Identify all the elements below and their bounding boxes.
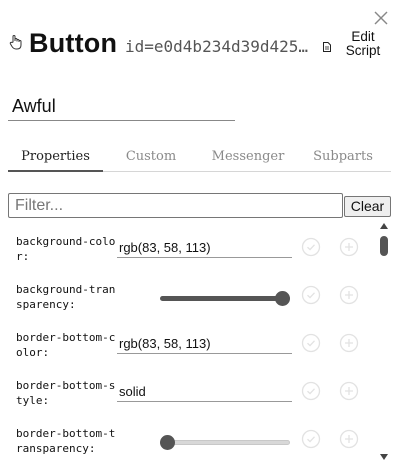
property-value-field[interactable] <box>117 238 292 258</box>
tab-subparts[interactable]: Subparts <box>305 142 381 172</box>
check-circle-icon[interactable] <box>301 237 321 257</box>
check-circle-icon[interactable] <box>301 381 321 401</box>
property-name: background-transparency: <box>16 283 116 311</box>
slider-thumb[interactable] <box>275 291 290 306</box>
property-value-field[interactable] <box>117 382 292 402</box>
scroll-up-arrow-icon[interactable] <box>379 222 389 230</box>
close-icon[interactable] <box>372 9 390 27</box>
object-type-title: Button <box>29 28 118 58</box>
property-list: background-color: background-transparenc… <box>0 226 401 468</box>
inspector-panel: Button id=e0d4b234d39d425… Edit Script P… <box>0 0 401 476</box>
scrollbar-thumb[interactable] <box>380 236 388 256</box>
edit-script-button[interactable]: Edit Script <box>320 30 386 62</box>
scroll-down-arrow-icon[interactable] <box>379 453 389 461</box>
property-row: border-bottom-style: <box>0 372 375 416</box>
check-circle-icon[interactable] <box>301 333 321 353</box>
property-row: background-color: <box>0 228 375 272</box>
property-name: border-bottom-style: <box>16 379 116 407</box>
property-name: border-bottom-transparency: <box>16 427 116 455</box>
slider-track <box>160 296 290 301</box>
add-circle-icon[interactable] <box>339 285 359 305</box>
tab-custom[interactable]: Custom <box>111 142 191 172</box>
transparency-slider[interactable] <box>160 434 290 450</box>
edit-script-label: Edit Script <box>345 29 381 58</box>
check-circle-icon[interactable] <box>301 429 321 449</box>
object-id: id=e0d4b234d39d425… <box>125 37 309 56</box>
transparency-slider[interactable] <box>160 290 290 306</box>
document-icon <box>323 42 331 52</box>
add-circle-icon[interactable] <box>339 381 359 401</box>
add-circle-icon[interactable] <box>339 429 359 449</box>
slider-track <box>160 440 290 445</box>
object-name-field[interactable] <box>8 93 235 121</box>
property-name: background-color: <box>16 235 116 263</box>
property-value-field[interactable] <box>117 334 292 354</box>
property-list-scrollbar[interactable] <box>377 222 391 465</box>
tab-messenger[interactable]: Messenger <box>203 142 293 172</box>
property-name: border-bottom-color: <box>16 331 116 359</box>
hand-pointer-icon <box>9 35 22 50</box>
property-row: border-bottom-color: <box>0 324 375 368</box>
filter-input[interactable] <box>8 193 343 218</box>
add-circle-icon[interactable] <box>339 333 359 353</box>
property-row: border-bottom-transparency: <box>0 420 375 464</box>
tab-bar: Properties Custom Messenger Subparts <box>8 142 391 172</box>
check-circle-icon[interactable] <box>301 285 321 305</box>
add-circle-icon[interactable] <box>339 237 359 257</box>
active-tab-indicator <box>8 170 103 172</box>
property-row: background-transparency: <box>0 276 375 320</box>
slider-thumb[interactable] <box>160 435 175 450</box>
tab-properties[interactable]: Properties <box>8 142 103 172</box>
clear-button[interactable]: Clear <box>344 196 391 217</box>
